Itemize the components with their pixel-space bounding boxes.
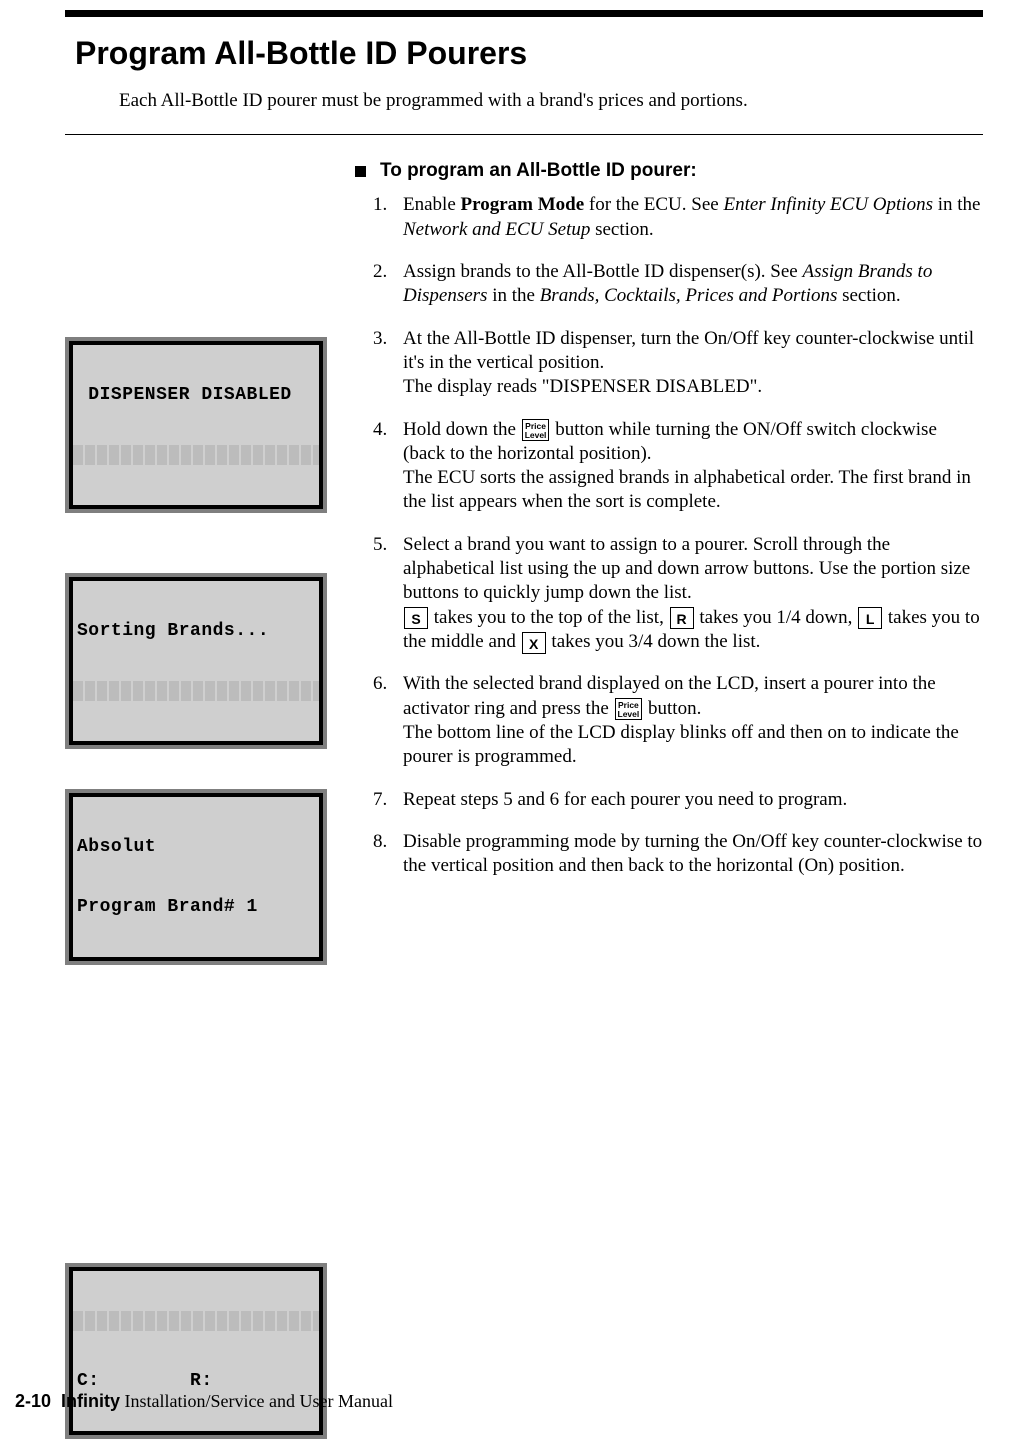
text: for the ECU. See [584, 194, 723, 215]
text: in the [933, 194, 981, 215]
r-button-icon: R [670, 607, 694, 629]
horizontal-rule [65, 134, 983, 135]
text: takes you 3/4 down the list. [547, 631, 761, 652]
square-bullet-icon [355, 166, 366, 177]
step-6: With the selected brand displayed on the… [403, 672, 983, 769]
text: Repeat steps 5 and 6 for each pourer you… [403, 789, 847, 810]
step-5: Select a brand you want to assign to a p… [403, 533, 983, 655]
task-title: To program an All-Bottle ID pourer: [380, 159, 697, 183]
text: The ECU sorts the assigned brands in alp… [403, 467, 971, 512]
lcd-line: Program Brand# 1 [73, 897, 319, 917]
text: Enable [403, 194, 461, 215]
lcd-blank-line [73, 681, 319, 701]
step-4: Hold down the PriceLevel button while tu… [403, 418, 983, 515]
footer-text: Installation/Service and User Manual [120, 1391, 393, 1411]
text: takes you to the top of the list, [429, 607, 669, 628]
text: takes you 1/4 down, [695, 607, 858, 628]
step-8: Disable programming mode by turning the … [403, 830, 983, 879]
text: section. [590, 219, 653, 240]
lcd-display-cr: C: R: [65, 1263, 327, 1439]
italic-text: Network and ECU Setup [403, 219, 590, 240]
text: Disable programming mode by turning the … [403, 831, 982, 876]
page-title: Program All-Bottle ID Pourers [75, 35, 983, 72]
lcd-display-brand: Absolut Program Brand# 1 [65, 789, 327, 965]
lcd-line: Absolut [73, 837, 319, 857]
lcd-line: Sorting Brands... [73, 621, 319, 641]
text: The display reads "DISPENSER DISABLED". [403, 376, 762, 397]
lcd-line: C: R: [73, 1371, 319, 1391]
italic-text: Brands, Cocktails, Prices and Portions [540, 285, 838, 306]
page-footer: 2-10 Infinity Installation/Service and U… [15, 1391, 393, 1412]
lcd-display-sorting: Sorting Brands... [65, 573, 327, 749]
lcd-blank-line [73, 445, 319, 465]
lcd-blank-line [73, 1311, 319, 1331]
lcd-column: DISPENSER DISABLED Sorting Brands... Abs… [65, 159, 355, 1439]
text: button. [643, 698, 701, 719]
text: At the All-Bottle ID dispenser, turn the… [403, 328, 974, 373]
price-level-button-icon: PriceLevel [522, 419, 550, 441]
step-2: Assign brands to the All-Bottle ID dispe… [403, 260, 983, 309]
task-header: To program an All-Bottle ID pourer: [355, 159, 983, 183]
lcd-line: DISPENSER DISABLED [73, 385, 319, 405]
step-1: Enable Program Mode for the ECU. See Ent… [403, 193, 983, 242]
text: Hold down the [403, 419, 521, 440]
text: Assign brands to the All-Bottle ID dispe… [403, 261, 802, 282]
intro-text: Each All-Bottle ID pourer must be progra… [119, 90, 983, 112]
step-7: Repeat steps 5 and 6 for each pourer you… [403, 788, 983, 812]
step-3: At the All-Bottle ID dispenser, turn the… [403, 327, 983, 400]
header-bar [65, 10, 983, 17]
bold-text: Program Mode [461, 194, 585, 215]
x-button-icon: X [522, 632, 546, 654]
product-name: Infinity [61, 1391, 120, 1411]
text: The bottom line of the LCD display blink… [403, 722, 959, 767]
text: in the [487, 285, 539, 306]
page-number: 2-10 [15, 1391, 51, 1411]
l-button-icon: L [858, 607, 882, 629]
italic-text: Enter Infinity ECU Options [723, 194, 933, 215]
price-level-button-icon: PriceLevel [615, 698, 643, 720]
lcd-display-disabled: DISPENSER DISABLED [65, 337, 327, 513]
text: Select a brand you want to assign to a p… [403, 534, 970, 604]
s-button-icon: S [404, 607, 428, 629]
text: section. [837, 285, 900, 306]
